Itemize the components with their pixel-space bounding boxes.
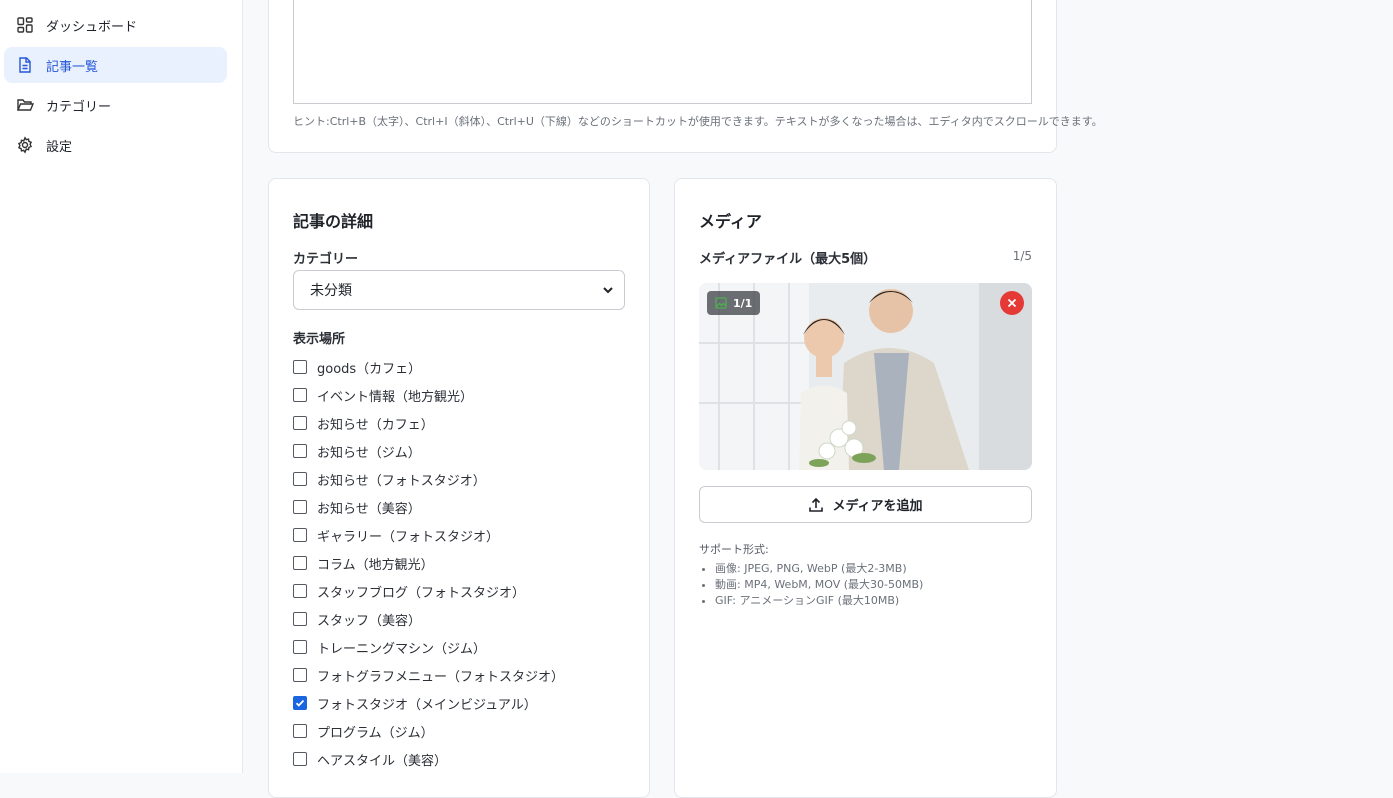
sidebar-item-categories[interactable]: カテゴリー: [4, 87, 227, 123]
display-option[interactable]: お知らせ（フォトスタジオ）: [293, 465, 564, 493]
display-option-label: イベント情報（地方観光）: [317, 389, 474, 405]
sidebar: ダッシュボード 記事一覧 カテゴリー 設定: [0, 0, 243, 773]
dashboard-grid-icon: [17, 17, 33, 33]
display-option[interactable]: フォトグラフメニュー（フォトスタジオ）: [293, 661, 564, 689]
checkbox[interactable]: [293, 500, 307, 514]
support-format-item: GIF: アニメーションGIF (最大10MB): [715, 593, 923, 609]
display-option[interactable]: お知らせ（カフェ）: [293, 409, 564, 437]
checkbox[interactable]: [293, 360, 307, 374]
display-option-label: お知らせ（フォトスタジオ）: [317, 473, 486, 489]
display-option[interactable]: goods（カフェ）: [293, 353, 564, 381]
display-option[interactable]: フォトスタジオ（メインビジュアル）: [293, 689, 564, 717]
add-media-button[interactable]: メディアを追加: [699, 486, 1032, 523]
category-selected-value: 未分類: [310, 283, 352, 299]
sidebar-item-label: 設定: [46, 139, 73, 155]
remove-media-button[interactable]: [1000, 291, 1024, 315]
add-media-label: メディアを追加: [832, 499, 923, 514]
display-option[interactable]: イベント情報（地方観光）: [293, 381, 564, 409]
display-option[interactable]: お知らせ（美容）: [293, 493, 564, 521]
display-option-label: スタッフ（美容）: [317, 613, 422, 629]
checkbox[interactable]: [293, 612, 307, 626]
display-option-label: ギャラリー（フォトスタジオ）: [317, 529, 500, 545]
display-option[interactable]: コラム（地方観光）: [293, 549, 564, 577]
support-format-item: 画像: JPEG, PNG, WebP (最大2-3MB): [715, 561, 923, 577]
media-thumbnail[interactable]: 1/1: [699, 283, 1032, 470]
category-select[interactable]: 未分類: [293, 270, 625, 310]
rich-text-editor[interactable]: [293, 0, 1032, 104]
sidebar-item-settings[interactable]: 設定: [4, 127, 227, 163]
display-option[interactable]: プログラム（ジム）: [293, 717, 564, 745]
display-option-label: お知らせ（美容）: [317, 501, 421, 517]
sidebar-item-articles[interactable]: 記事一覧: [4, 47, 227, 83]
display-location-list: goods（カフェ） イベント情報（地方観光） お知らせ（カフェ） お知らせ（ジ…: [293, 353, 564, 773]
editor-hint: ヒント:Ctrl+B（太字）、Ctrl+I（斜体）、Ctrl+U（下線）などのシ…: [293, 115, 1103, 128]
media-index-text: 1/1: [733, 296, 753, 310]
display-option-label: goods（カフェ）: [317, 361, 422, 377]
display-option[interactable]: お知らせ（ジム）: [293, 437, 564, 465]
checkbox[interactable]: [293, 584, 307, 598]
checkbox[interactable]: [293, 640, 307, 654]
checkbox[interactable]: [293, 472, 307, 486]
category-label: カテゴリー: [293, 252, 359, 267]
sidebar-item-dashboard[interactable]: ダッシュボード: [4, 7, 227, 43]
display-option-label: フォトスタジオ（メインビジュアル）: [317, 697, 537, 713]
checkbox[interactable]: [293, 444, 307, 458]
gear-icon: [17, 136, 33, 154]
display-option-label: トレーニングマシン（ジム）: [317, 641, 487, 657]
article-details-card: 記事の詳細 カテゴリー 未分類 表示場所 goods（カフェ） イベント情報（地…: [268, 178, 650, 798]
display-option[interactable]: ギャラリー（フォトスタジオ）: [293, 521, 564, 549]
checkbox-checked[interactable]: [293, 696, 307, 710]
display-option-label: フォトグラフメニュー（フォトスタジオ）: [317, 669, 565, 685]
editor-card: ヒント:Ctrl+B（太字）、Ctrl+I（斜体）、Ctrl+U（下線）などのシ…: [268, 0, 1103, 153]
media-count: 1/5: [1012, 249, 1032, 263]
checkbox[interactable]: [293, 416, 307, 430]
display-option[interactable]: ヘアスタイル（美容）: [293, 745, 564, 773]
chevron-down-icon: [603, 287, 613, 294]
media-files-label: メディアファイル（最大5個）: [699, 252, 877, 267]
support-formats-list: 画像: JPEG, PNG, WebP (最大2-3MB) 動画: MP4, W…: [699, 561, 923, 609]
display-option-label: ヘアスタイル（美容）: [317, 753, 448, 769]
checkbox[interactable]: [293, 724, 307, 738]
close-icon: [1007, 298, 1017, 308]
document-icon: [19, 57, 31, 73]
sidebar-item-label: ダッシュボード: [46, 19, 138, 35]
display-option[interactable]: スタッフ（美容）: [293, 605, 564, 633]
details-title: 記事の詳細: [293, 212, 374, 231]
check-icon: [295, 699, 305, 707]
upload-icon: [809, 497, 824, 512]
display-option-label: お知らせ（ジム）: [317, 445, 421, 461]
display-option[interactable]: トレーニングマシン（ジム）: [293, 633, 564, 661]
display-option-label: お知らせ（カフェ）: [317, 417, 434, 433]
display-location-label: 表示場所: [293, 332, 346, 347]
folder-open-icon: [16, 99, 34, 111]
support-formats-title: サポート形式:: [699, 543, 769, 556]
sidebar-item-label: カテゴリー: [46, 99, 112, 115]
image-icon: [715, 297, 727, 309]
display-option-label: プログラム（ジム）: [317, 725, 434, 741]
checkbox[interactable]: [293, 388, 307, 402]
media-card: メディア メディアファイル（最大5個） 1/5 1/1 メディアを追加 サポート…: [674, 178, 1057, 798]
checkbox[interactable]: [293, 528, 307, 542]
display-option-label: スタッフブログ（フォトスタジオ）: [317, 585, 526, 601]
display-option-label: コラム（地方観光）: [317, 557, 434, 573]
checkbox[interactable]: [293, 668, 307, 682]
display-option[interactable]: スタッフブログ（フォトスタジオ）: [293, 577, 564, 605]
media-title: メディア: [699, 212, 762, 231]
media-index-badge: 1/1: [707, 291, 761, 315]
checkbox[interactable]: [293, 556, 307, 570]
support-format-item: 動画: MP4, WebM, MOV (最大30-50MB): [715, 577, 923, 593]
sidebar-item-label: 記事一覧: [46, 59, 99, 75]
checkbox[interactable]: [293, 752, 307, 766]
